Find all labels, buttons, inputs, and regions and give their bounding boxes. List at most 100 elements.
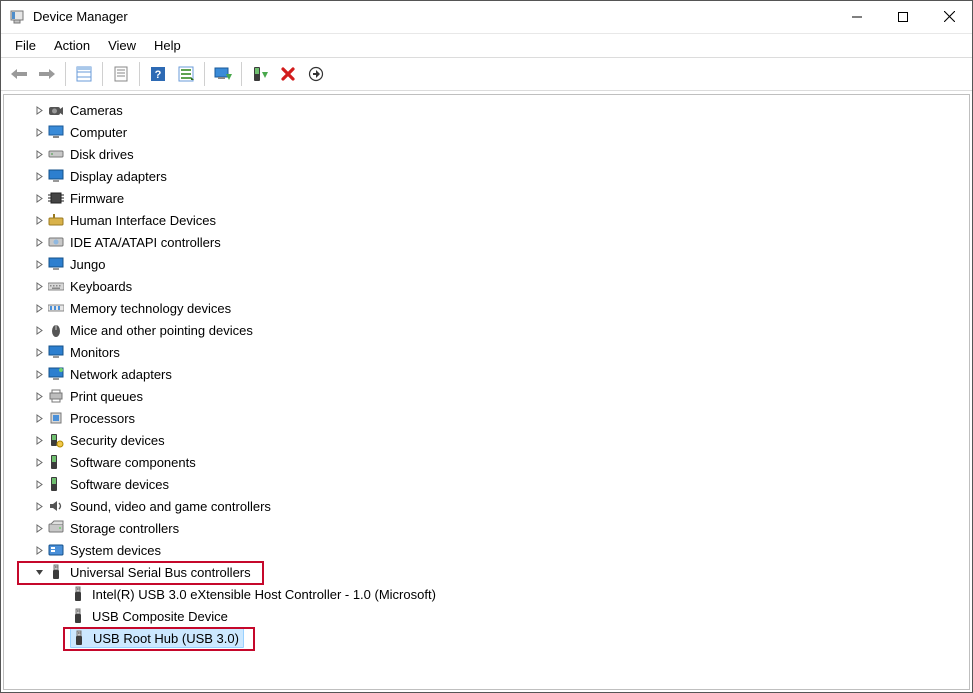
menu-action[interactable]: Action — [46, 36, 98, 55]
tree-item[interactable]: Memory technology devices — [48, 298, 233, 318]
tree-row[interactable]: Disk drives — [4, 143, 969, 165]
tree-row[interactable]: Sound, video and game controllers — [4, 495, 969, 517]
tree-row[interactable]: Software components — [4, 451, 969, 473]
tree-row[interactable]: Keyboards — [4, 275, 969, 297]
tree-item[interactable]: USB Composite Device — [70, 606, 230, 626]
expander-closed-icon[interactable] — [32, 191, 46, 205]
tree-row[interactable]: Computer — [4, 121, 969, 143]
tree-item[interactable]: Disk drives — [48, 144, 136, 164]
tree-item[interactable]: Processors — [48, 408, 137, 428]
system-icon — [48, 542, 64, 558]
tree-item[interactable]: Cameras — [48, 100, 125, 120]
menu-file[interactable]: File — [7, 36, 44, 55]
expander-closed-icon[interactable] — [32, 543, 46, 557]
tree-row[interactable]: System devices — [4, 539, 969, 561]
expander-closed-icon[interactable] — [32, 521, 46, 535]
toolbar-grid-button[interactable] — [70, 60, 98, 88]
toolbar-help-button[interactable]: ? — [144, 60, 172, 88]
back-button[interactable] — [5, 60, 33, 88]
toolbar-properties-button[interactable] — [107, 60, 135, 88]
tree-item-label: Print queues — [70, 389, 143, 404]
maximize-button[interactable] — [880, 1, 926, 32]
tree-item-label: Network adapters — [70, 367, 172, 382]
expander-open-icon[interactable] — [32, 565, 46, 579]
expander-closed-icon[interactable] — [32, 455, 46, 469]
expander-closed-icon[interactable] — [32, 345, 46, 359]
expander-closed-icon[interactable] — [32, 367, 46, 381]
monitor-blue-icon — [48, 344, 64, 360]
expander-closed-icon[interactable] — [32, 257, 46, 271]
expander-closed-icon[interactable] — [32, 433, 46, 447]
toolbar-list-button[interactable] — [172, 60, 200, 88]
expander-closed-icon[interactable] — [32, 301, 46, 315]
tree-row[interactable]: USB Composite Device — [4, 605, 969, 627]
tree-row[interactable]: Intel(R) USB 3.0 eXtensible Host Control… — [4, 583, 969, 605]
tree-item[interactable]: System devices — [48, 540, 163, 560]
tree-row[interactable]: Print queues — [4, 385, 969, 407]
tree-item[interactable]: Mice and other pointing devices — [48, 320, 255, 340]
expander-closed-icon[interactable] — [32, 213, 46, 227]
tree-row[interactable]: USB Root Hub (USB 3.0) — [4, 627, 969, 649]
tree-row[interactable]: Monitors — [4, 341, 969, 363]
tree-item[interactable]: USB Root Hub (USB 3.0) — [70, 628, 244, 648]
tree-row[interactable]: Mice and other pointing devices — [4, 319, 969, 341]
tree-item[interactable]: Software components — [48, 452, 198, 472]
tree-item[interactable]: Keyboards — [48, 276, 134, 296]
tree-row[interactable]: Storage controllers — [4, 517, 969, 539]
tree-row[interactable]: Universal Serial Bus controllers — [4, 561, 969, 583]
expander-closed-icon[interactable] — [32, 389, 46, 403]
tree-item[interactable]: Display adapters — [48, 166, 169, 186]
tree-item[interactable]: Computer — [48, 122, 129, 142]
toolbar-update-driver-button[interactable] — [209, 60, 237, 88]
camera-icon — [48, 102, 64, 118]
tree-row[interactable]: Software devices — [4, 473, 969, 495]
tree-item[interactable]: Firmware — [48, 188, 126, 208]
tree-item[interactable]: Jungo — [48, 254, 107, 274]
tree-row[interactable]: Network adapters — [4, 363, 969, 385]
tree-item[interactable]: Software devices — [48, 474, 171, 494]
tree-item[interactable]: Print queues — [48, 386, 145, 406]
tree-item[interactable]: IDE ATA/ATAPI controllers — [48, 232, 223, 252]
tree-item[interactable]: Intel(R) USB 3.0 eXtensible Host Control… — [70, 584, 438, 604]
expander-closed-icon[interactable] — [32, 279, 46, 293]
tree-row[interactable]: Display adapters — [4, 165, 969, 187]
tree-item-label: Jungo — [70, 257, 105, 272]
expander-closed-icon[interactable] — [32, 499, 46, 513]
toolbar-scan-hardware-button[interactable] — [302, 60, 330, 88]
tree-row[interactable]: Memory technology devices — [4, 297, 969, 319]
tree-item[interactable]: Monitors — [48, 342, 122, 362]
tree-item[interactable]: Network adapters — [48, 364, 174, 384]
forward-button[interactable] — [33, 60, 61, 88]
tree-row[interactable]: Human Interface Devices — [4, 209, 969, 231]
expander-closed-icon[interactable] — [32, 235, 46, 249]
tree-item[interactable]: Sound, video and game controllers — [48, 496, 273, 516]
close-button[interactable] — [926, 1, 972, 32]
tree-item[interactable]: Storage controllers — [48, 518, 181, 538]
tree-item-label: Mice and other pointing devices — [70, 323, 253, 338]
tree-item-label: Display adapters — [70, 169, 167, 184]
tree-item-label: Storage controllers — [70, 521, 179, 536]
expander-closed-icon[interactable] — [32, 169, 46, 183]
printer-icon — [48, 388, 64, 404]
minimize-button[interactable] — [834, 1, 880, 32]
tree-item[interactable]: Security devices — [48, 430, 167, 450]
tree-item[interactable]: Universal Serial Bus controllers — [48, 562, 253, 582]
expander-closed-icon[interactable] — [32, 125, 46, 139]
expander-closed-icon[interactable] — [32, 477, 46, 491]
toolbar-uninstall-button[interactable] — [274, 60, 302, 88]
tree-item[interactable]: Human Interface Devices — [48, 210, 218, 230]
menu-help[interactable]: Help — [146, 36, 189, 55]
toolbar-enable-device-button[interactable] — [246, 60, 274, 88]
tree-row[interactable]: Processors — [4, 407, 969, 429]
tree-row[interactable]: Security devices — [4, 429, 969, 451]
expander-closed-icon[interactable] — [32, 323, 46, 337]
device-tree[interactable]: CamerasComputerDisk drives Display adapte… — [3, 94, 970, 690]
tree-row[interactable]: Cameras — [4, 99, 969, 121]
tree-row[interactable]: Jungo — [4, 253, 969, 275]
menu-view[interactable]: View — [100, 36, 144, 55]
expander-closed-icon[interactable] — [32, 103, 46, 117]
expander-closed-icon[interactable] — [32, 411, 46, 425]
expander-closed-icon[interactable] — [32, 147, 46, 161]
tree-row[interactable]: IDE ATA/ATAPI controllers — [4, 231, 969, 253]
tree-row[interactable]: Firmware — [4, 187, 969, 209]
